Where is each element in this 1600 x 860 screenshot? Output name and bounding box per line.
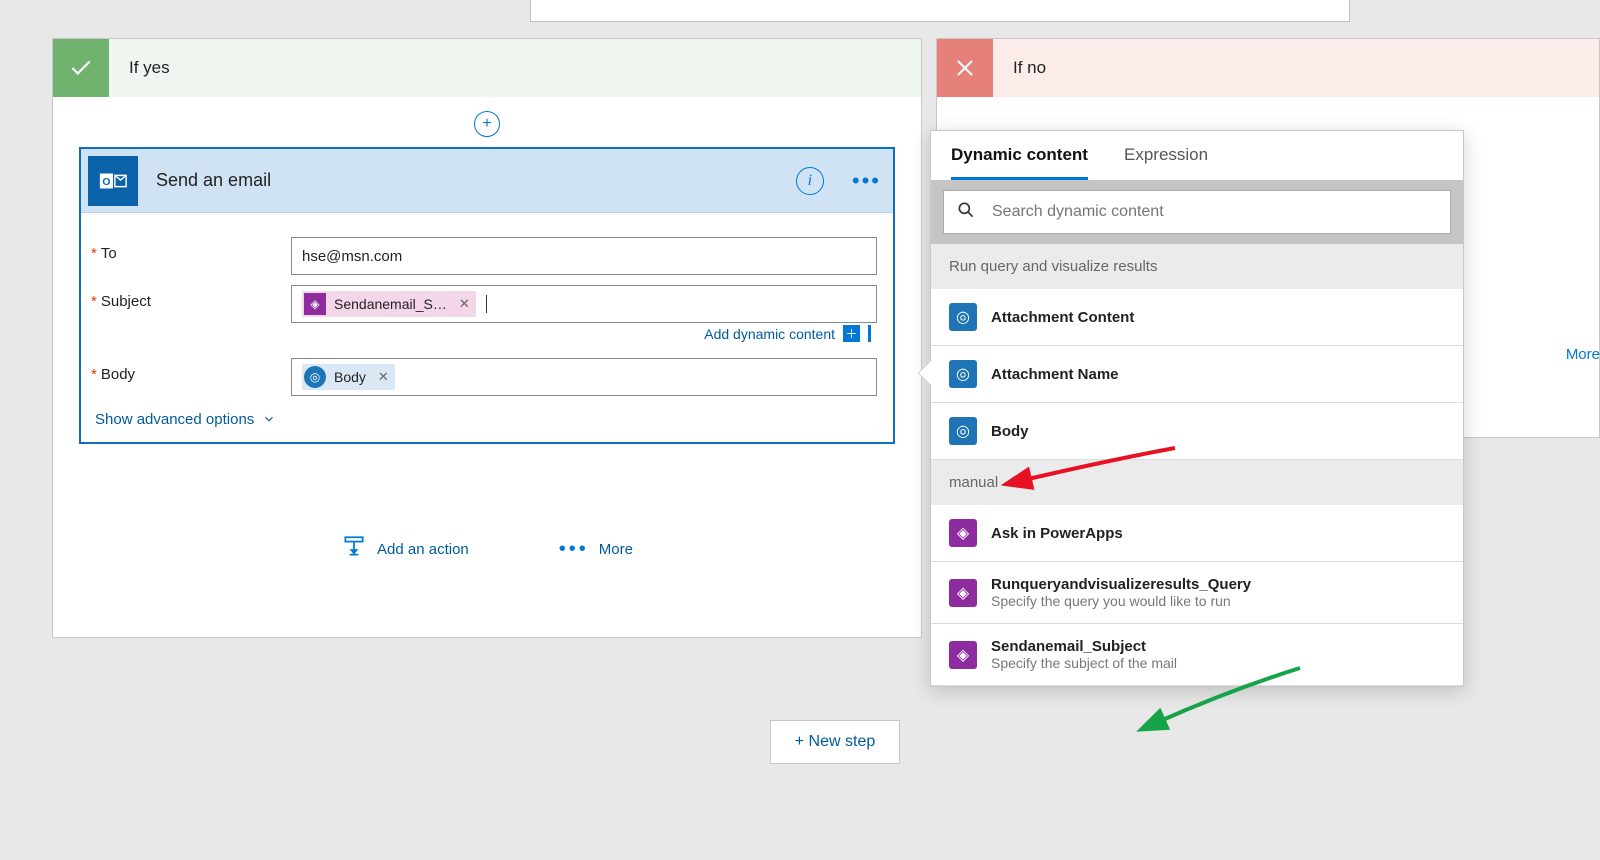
query-result-icon: ◎ (949, 360, 977, 388)
subject-label: Subject (101, 293, 151, 310)
if-no-header: If no (937, 39, 1599, 97)
outlook-icon: O (88, 156, 138, 206)
dc-section-header: manual (931, 460, 1463, 505)
powerapps-icon: ◈ (949, 579, 977, 607)
check-icon (53, 39, 109, 97)
show-advanced-options[interactable]: Show advanced options (95, 410, 883, 428)
if-yes-branch: If yes + O Send an email i ••• *To hse@m… (52, 38, 922, 638)
dc-item-attachment-name[interactable]: ◎ Attachment Name (931, 346, 1463, 403)
chevron-down-icon (262, 412, 276, 430)
search-icon (956, 200, 976, 225)
body-input[interactable]: ◎ Body ✕ (291, 358, 877, 396)
more-button[interactable]: ••• More (559, 534, 633, 564)
dc-item-ask-powerapps[interactable]: ◈ Ask in PowerApps (931, 505, 1463, 562)
powerapps-icon: ◈ (949, 519, 977, 547)
add-dynamic-content-link[interactable]: Add dynamic content ＋ (291, 325, 871, 342)
dynamic-content-search[interactable] (943, 190, 1451, 234)
powerapps-icon: ◈ (949, 641, 977, 669)
subject-input[interactable]: ◈ Sendanemail_S… ✕ (291, 285, 877, 323)
see-more-link[interactable]: More (1558, 340, 1600, 369)
dynamic-content-panel: Dynamic content Expression Run query and… (930, 130, 1464, 687)
if-yes-title: If yes (109, 58, 170, 78)
query-result-icon: ◎ (949, 417, 977, 445)
to-label: To (101, 245, 117, 262)
plus-badge-icon: ＋ (843, 325, 860, 342)
query-result-icon: ◎ (949, 303, 977, 331)
card-header[interactable]: O Send an email i ••• (81, 149, 893, 213)
dc-item-body[interactable]: ◎ Body (931, 403, 1463, 460)
add-action-icon (341, 534, 367, 564)
insert-step-button[interactable]: + (474, 111, 500, 137)
svg-text:O: O (102, 176, 110, 187)
dynamic-content-bar-icon (868, 325, 871, 342)
subject-token[interactable]: ◈ Sendanemail_S… ✕ (302, 291, 476, 317)
powerapps-icon: ◈ (304, 293, 326, 315)
dc-section-header: Run query and visualize results (931, 244, 1463, 289)
if-no-title: If no (993, 58, 1046, 78)
field-body: *Body ◎ Body ✕ (91, 358, 883, 396)
field-subject: *Subject ◈ Sendanemail_S… ✕ Add dynamic … (91, 285, 883, 348)
branch-footer: Add an action ••• More (53, 534, 921, 564)
flyout-pointer-icon (919, 361, 931, 385)
body-token[interactable]: ◎ Body ✕ (302, 364, 395, 390)
send-an-email-card: O Send an email i ••• *To hse@msn.com *S… (79, 147, 895, 444)
remove-token-icon[interactable]: ✕ (459, 296, 470, 312)
body-label: Body (101, 366, 135, 383)
to-input[interactable]: hse@msn.com (291, 237, 877, 275)
dc-item-sendanemail-subject[interactable]: ◈ Sendanemail_Subject Specify the subjec… (931, 624, 1463, 686)
search-input[interactable] (990, 202, 1438, 222)
field-to: *To hse@msn.com (91, 237, 883, 275)
text-caret (486, 295, 487, 313)
if-yes-header: If yes (53, 39, 921, 97)
dc-item-runquery-query[interactable]: ◈ Runqueryandvisualizeresults_Query Spec… (931, 562, 1463, 624)
card-menu-button[interactable]: ••• (852, 168, 881, 194)
tab-dynamic-content[interactable]: Dynamic content (951, 145, 1088, 180)
info-icon[interactable]: i (796, 167, 824, 195)
tab-expression[interactable]: Expression (1124, 145, 1208, 180)
new-step-button[interactable]: + New step (770, 720, 900, 764)
cross-icon (937, 39, 993, 97)
add-an-action-button[interactable]: Add an action (341, 534, 469, 564)
query-result-icon: ◎ (304, 366, 326, 388)
dc-item-attachment-content[interactable]: ◎ Attachment Content (931, 289, 1463, 346)
condition-card-bottom-edge (530, 0, 1350, 22)
card-title: Send an email (156, 170, 271, 191)
more-dots-icon: ••• (559, 538, 589, 561)
remove-token-icon[interactable]: ✕ (378, 369, 389, 385)
